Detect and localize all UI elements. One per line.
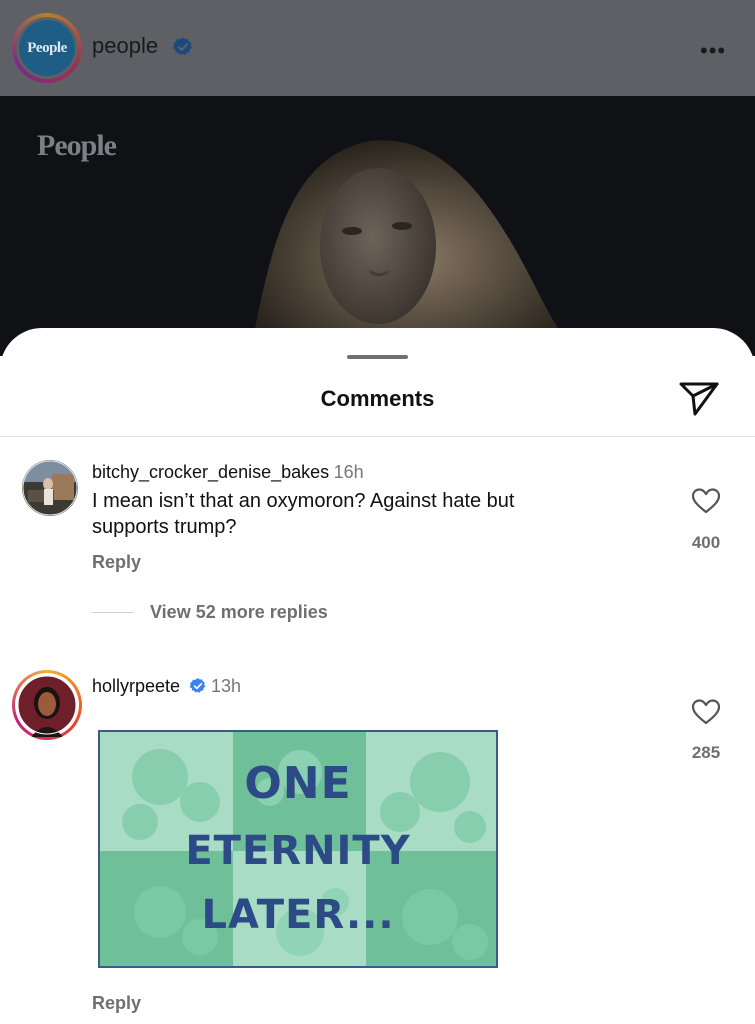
gif-caption: LATER... <box>201 892 395 938</box>
like-count: 400 <box>691 533 721 552</box>
comment-time: 16h <box>333 462 364 482</box>
avatar[interactable] <box>12 670 82 740</box>
reply-button[interactable]: Reply <box>92 552 141 573</box>
replies-divider <box>92 612 134 613</box>
avatar[interactable] <box>22 460 78 516</box>
verified-badge-icon <box>189 678 205 693</box>
portrait-photo <box>250 140 575 356</box>
verified-badge-icon <box>172 37 192 56</box>
comment-username[interactable]: hollyrpeete <box>92 676 180 696</box>
post-username[interactable]: people <box>92 33 158 59</box>
comments-sheet: Comments bitchy_crocker_denise_bakes 16h… <box>0 328 755 1024</box>
comment-text: I mean isn’t that an oxymoron? Against h… <box>92 490 515 512</box>
sheet-divider <box>0 436 755 437</box>
heart-icon[interactable] <box>691 698 721 726</box>
gif-caption: ETERNITY <box>185 828 411 874</box>
comment-time: 13h <box>210 676 242 696</box>
sheet-grabber-handle[interactable] <box>347 355 408 359</box>
comment-text: supports trump? <box>92 516 237 538</box>
post-avatar[interactable]: People <box>12 13 82 83</box>
post-header: People people ••• <box>0 0 755 96</box>
post-image: People <box>0 96 755 356</box>
like-count: 285 <box>691 743 721 762</box>
gif-attachment[interactable]: ONE ETERNITY LATER... <box>98 730 498 968</box>
heart-icon[interactable] <box>691 487 721 515</box>
sheet-title: Comments <box>320 386 435 411</box>
post-avatar-logo: People <box>19 20 75 76</box>
gif-caption: ONE <box>244 758 352 809</box>
comment-username[interactable]: bitchy_crocker_denise_bakes <box>92 462 329 482</box>
view-more-replies-button[interactable]: View 52 more replies <box>150 602 328 623</box>
more-options-icon[interactable]: ••• <box>700 38 726 64</box>
send-icon[interactable] <box>678 378 720 418</box>
reply-button[interactable]: Reply <box>92 993 141 1014</box>
